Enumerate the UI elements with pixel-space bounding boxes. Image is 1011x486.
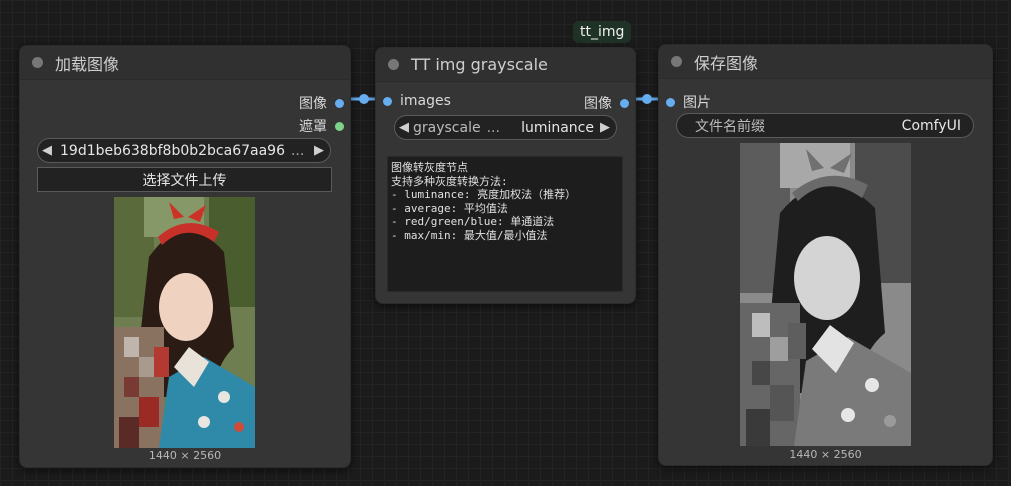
field-value: ComfyUI [901, 117, 961, 134]
load-image-node[interactable]: 加载图像 图像 遮罩 ◀ 19d1beb638bf8b0b2bca67aa96 … [19, 45, 351, 468]
node-title: TT img grayscale [411, 55, 548, 74]
slot-label: images [400, 93, 451, 109]
output-slot-image[interactable]: 图像 [299, 93, 344, 113]
slot-label: 图像 [584, 96, 612, 112]
arrow-right-icon[interactable]: ▶ [310, 143, 328, 158]
node-header[interactable]: TT img grayscale [376, 48, 635, 82]
slot-dot-icon[interactable] [620, 98, 629, 108]
node-title: 保存图像 [694, 53, 759, 73]
input-slot-images[interactable]: 图片 [666, 92, 711, 112]
arrow-left-icon[interactable]: ◀ [395, 120, 413, 135]
slot-label: 图像 [299, 96, 327, 112]
description-textarea[interactable]: 图像转灰度节点 支持多种灰度转换方法: - luminance: 亮度加权法（推… [387, 156, 623, 292]
output-slot-image[interactable]: 图像 [584, 93, 629, 113]
image-combo-value: 19d1beb638bf8b0b2bca67aa96 [60, 142, 285, 159]
slot-dot-icon[interactable] [335, 98, 344, 108]
image-combo-ellipsis: ... [290, 142, 305, 159]
slot-dot-icon[interactable] [383, 96, 392, 106]
combo-ellipsis: ... [486, 119, 500, 136]
image-dimensions: 1440 × 2560 [148, 449, 222, 462]
group-badge[interactable]: tt_img [573, 21, 632, 43]
node-status-icon [32, 57, 43, 68]
combo-label: grayscale [413, 119, 481, 136]
output-slot-mask[interactable]: 遮罩 [299, 116, 344, 136]
slot-label: 遮罩 [299, 119, 327, 135]
node-title: 加载图像 [55, 54, 120, 74]
arrow-right-icon[interactable]: ▶ [596, 120, 614, 135]
image-dimensions: 1440 × 2560 [789, 448, 862, 461]
upload-button[interactable]: 选择文件上传 [37, 167, 332, 192]
node-header[interactable]: 保存图像 [659, 45, 992, 79]
saved-image-preview [740, 143, 911, 446]
input-slot-images[interactable]: images [383, 93, 451, 109]
combo-value: luminance [521, 119, 594, 136]
node-status-icon [388, 59, 399, 70]
grayscale-method-combo[interactable]: ◀ grayscale ... luminance ▶ [394, 115, 617, 140]
slot-dot-icon[interactable] [335, 121, 344, 131]
slot-dot-icon[interactable] [666, 97, 675, 107]
arrow-left-icon[interactable]: ◀ [38, 143, 56, 158]
image-combo[interactable]: ◀ 19d1beb638bf8b0b2bca67aa96 ... ▶ [37, 138, 331, 163]
save-image-node[interactable]: 保存图像 图片 文件名前缀 ComfyUI 1440 × 2560 [658, 44, 993, 466]
node-header[interactable]: 加载图像 [20, 46, 350, 80]
node-status-icon [671, 56, 682, 67]
slot-label: 图片 [683, 95, 711, 111]
loaded-image-preview [114, 197, 255, 448]
field-label: 文件名前缀 [695, 118, 765, 135]
filename-prefix-field[interactable]: 文件名前缀 ComfyUI [676, 113, 974, 138]
grayscale-node[interactable]: TT img grayscale images 图像 ◀ grayscale .… [375, 47, 636, 304]
